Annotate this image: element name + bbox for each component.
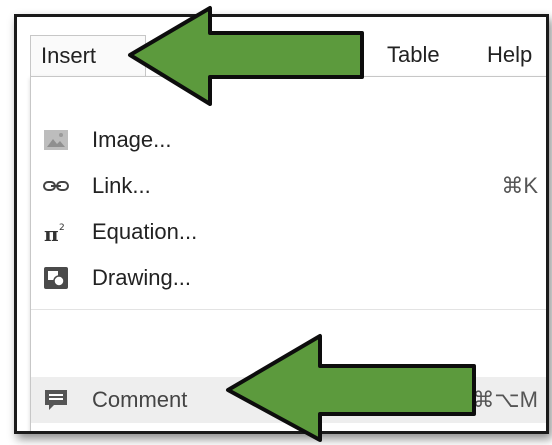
menu-item-label: Comment	[92, 387, 188, 412]
link-icon	[43, 174, 69, 198]
menu-help[interactable]: Help	[477, 35, 542, 77]
image-icon	[43, 128, 69, 152]
svg-text:2: 2	[59, 223, 65, 233]
menu-item-comment[interactable]: Comment ⌘⌥M	[31, 377, 546, 423]
screenshot-frame: Insert Table Help Image... Link... ⌘K π …	[14, 14, 549, 434]
drawing-icon	[43, 266, 69, 290]
shortcut-hint: ⌘⌥M	[472, 387, 538, 412]
menu-item-label: Drawing...	[92, 265, 192, 290]
menu-item-link[interactable]: Link... ⌘K	[31, 163, 546, 209]
menu-item-label: Link...	[92, 173, 151, 198]
menu-table[interactable]: Table	[377, 35, 450, 77]
menu-item-drawing[interactable]: Drawing...	[31, 255, 546, 301]
shortcut-hint: ⌘K	[501, 173, 538, 198]
equation-icon: π 2	[43, 220, 69, 244]
menu-item-equation[interactable]: π 2 Equation...	[31, 209, 546, 255]
menu-insert[interactable]: Insert	[30, 35, 146, 77]
menu-separator	[31, 309, 546, 310]
menu-item-label: Equation...	[92, 219, 198, 244]
comment-icon	[43, 388, 69, 412]
menu-item-image[interactable]: Image...	[31, 117, 546, 163]
menu-item-label: Image...	[92, 127, 172, 152]
insert-dropdown-menu: Image... Link... ⌘K π 2 Equation... Draw…	[30, 76, 546, 431]
svg-text:π: π	[44, 222, 59, 244]
